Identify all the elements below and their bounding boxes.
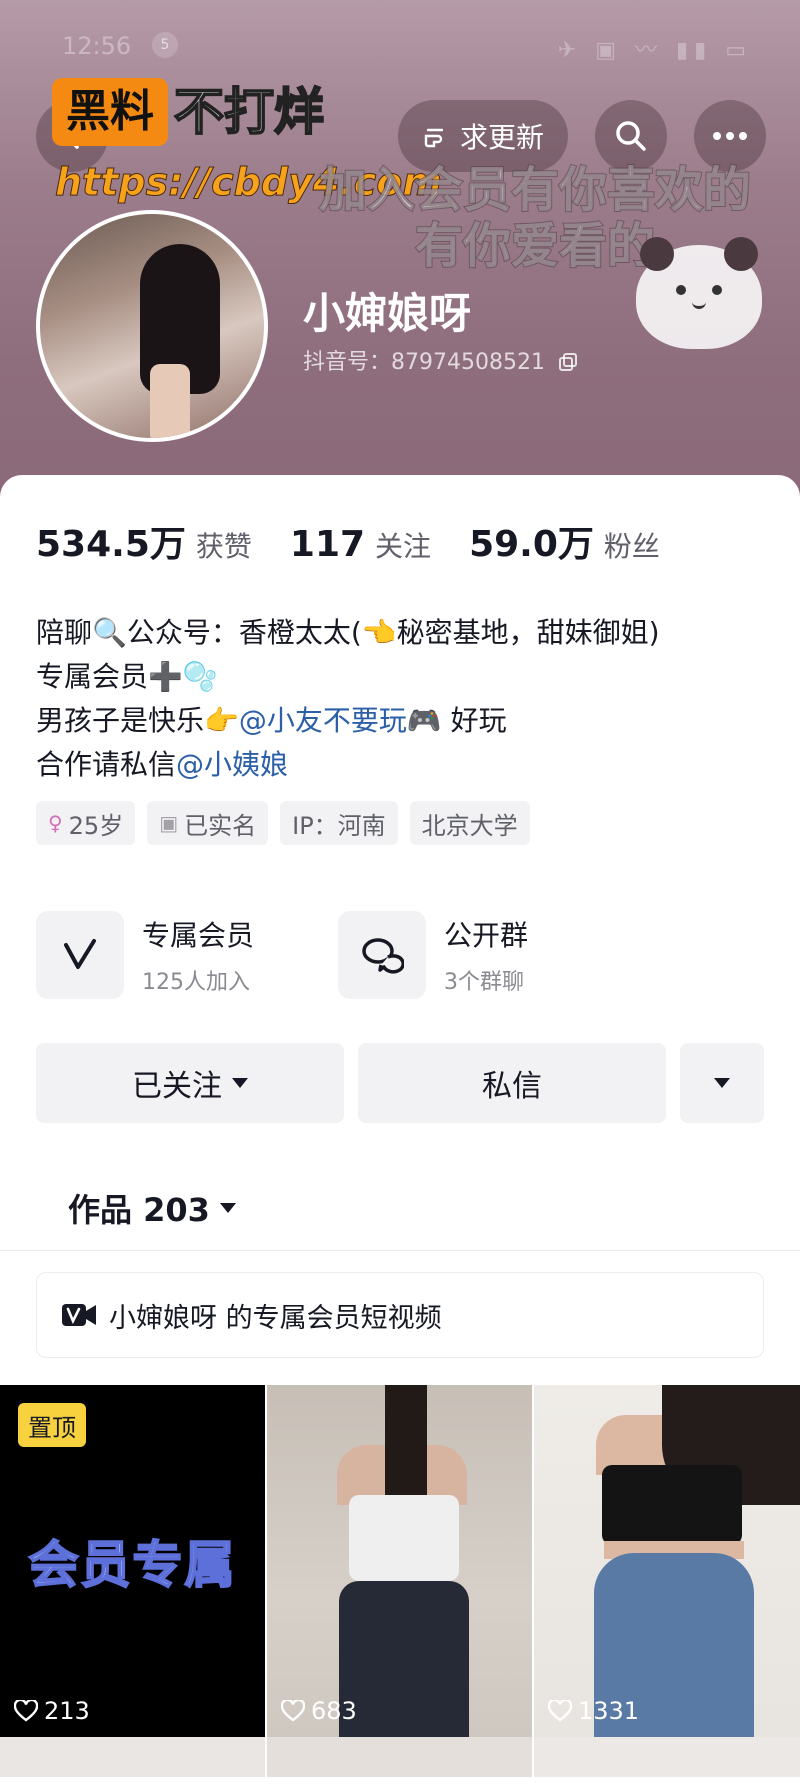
like-count-value: 1331 [578,1697,640,1725]
status-time: 12:56 [62,32,132,60]
bio-line-2: 专属会员➕🫧 [36,660,218,693]
douyin-id[interactable]: 抖音号：87974508521 [303,344,578,376]
notification-badge: 5 [152,32,178,58]
more-actions-button[interactable] [680,1043,764,1123]
status-bar: 12:56 5 ✈ ▣ 〰 ▮▮ ▭ [0,28,800,64]
tab-works[interactable]: 作品 203 [68,1185,236,1231]
request-update-label: 求更新 [459,121,544,154]
search-icon [616,121,646,151]
exclusive-membership-entry[interactable]: 专属会员 125人加入 [36,911,254,999]
bio-line-4: 合作请私信@小姨娘 [36,743,776,787]
stat-number: 59.0万 [469,524,594,565]
bio-text: 男孩子是快乐👉 [36,704,239,737]
like-count: 213 [14,1697,90,1725]
status-icons: ✈ ▣ 〰 ▮▮ ▭ [557,38,752,63]
membership-v-icon [36,911,124,999]
watermark-text: 不打烊 [173,82,325,142]
public-group-entry[interactable]: 公开群 3个群聊 [338,911,528,999]
stat-label: 关注 [375,530,432,563]
heart-icon [14,1700,38,1722]
member-videos-banner[interactable]: 小婶娘呀 的专属会员短视频 [36,1272,764,1358]
profile-card: 534.5万 获赞 117 关注 59.0万 粉丝 陪聊🔍公众号：香橙太太(👈秘… [0,475,800,1787]
profile-page: 12:56 5 ✈ ▣ 〰 ▮▮ ▭ 求更新 黑料 不打烊 https://cb… [0,0,800,1787]
bio-text: 合作请私信 [36,748,177,781]
tag-school[interactable]: 北京大学 [409,801,530,845]
more-dots-icon [713,132,747,140]
video-camera-icon [62,1304,96,1326]
like-count-value: 683 [311,1697,357,1725]
member-videos-label: 小婶娘呀 的专属会员短视频 [109,1302,442,1334]
profile-bio: 陪聊🔍公众号：香橙太太(👈秘密基地，甜妹御姐) 专属会员➕🫧 男孩子是快乐👉@小… [36,611,776,787]
thumbnail-overlay-text: 会员专属 [28,1535,237,1595]
panda-sticker-icon [636,237,762,349]
copy-icon[interactable] [558,352,578,372]
tag-label: 已实名 [184,811,257,840]
banner-caption-line-1: 加入会员有你喜欢的 [318,161,752,219]
like-count: 683 [281,1697,357,1725]
stat-label: 获赞 [195,530,252,563]
heart-icon [548,1700,572,1722]
tab-works-label: 作品 203 [68,1191,210,1229]
tag-age: ♀ 25岁 [36,801,136,845]
tag-ip: IP：河南 [280,801,398,845]
bio-text: 🎮 好玩 [406,704,507,737]
caret-down-icon [714,1078,730,1088]
bio-line-3: 男孩子是快乐👉@小友不要玩🎮 好玩 [36,699,776,743]
tag-label: IP：河南 [292,811,386,840]
profile-actions: 已关注 私信 [36,1043,764,1123]
watermark-logo: 黑料 不打烊 [52,78,325,146]
video-thumbnail[interactable]: 683 [267,1385,532,1737]
caret-down-icon [232,1078,248,1088]
like-count: 1331 [548,1697,639,1725]
profile-tags: ♀ 25岁 ▣ 已实名 IP：河南 北京大学 [36,801,530,845]
feature-subtitle: 3个群聊 [444,970,524,995]
video-thumbnail[interactable] [534,1737,800,1777]
caret-down-icon [219,1203,236,1213]
avatar[interactable] [36,210,268,442]
heart-icon [281,1700,305,1722]
profile-banner: 12:56 5 ✈ ▣ 〰 ▮▮ ▭ 求更新 黑料 不打烊 https://cb… [0,0,800,520]
followed-button[interactable]: 已关注 [36,1043,344,1123]
stat-label: 粉丝 [603,530,660,563]
stat-number: 534.5万 [36,524,186,565]
video-grid: 置顶 会员专属 213 683 1331 [0,1385,800,1777]
tab-divider [0,1250,800,1251]
nickname: 小婶娘呀 [303,289,472,338]
pinned-badge: 置顶 [18,1403,86,1447]
video-thumbnail[interactable]: 置顶 会员专属 213 [0,1385,265,1737]
feature-subtitle: 125人加入 [142,970,250,995]
stat-following[interactable]: 117 关注 [290,524,431,565]
profile-stats: 534.5万 获赞 117 关注 59.0万 粉丝 [36,515,698,567]
group-chat-icon [338,911,426,999]
tag-label: 25岁 [68,811,124,840]
video-thumbnail[interactable]: 1331 [534,1385,800,1737]
message-label: 私信 [482,1069,542,1104]
like-count-value: 213 [44,1697,90,1725]
stat-likes: 534.5万 获赞 [36,515,252,567]
feature-title: 专属会员 [142,919,255,952]
tag-verified: ▣ 已实名 [147,801,269,845]
bio-mention-link[interactable]: @小友不要玩 [239,704,407,737]
watermark-box-label: 黑料 [52,78,168,146]
bio-mention-link[interactable]: @小姨娘 [176,748,288,781]
bio-line-1: 陪聊🔍公众号：香橙太太(👈秘密基地，甜妹御姐) [36,616,660,649]
female-icon: ♀ [48,811,63,835]
stat-number: 117 [289,524,366,565]
feature-title: 公开群 [444,919,529,952]
followed-label: 已关注 [132,1069,222,1104]
douyin-id-text: 抖音号：87974508521 [303,350,545,375]
tag-label: 北京大学 [421,811,518,840]
hand-icon [424,128,444,148]
message-button[interactable]: 私信 [358,1043,666,1123]
video-thumbnail[interactable] [267,1737,532,1777]
id-card-icon: ▣ [159,811,179,835]
stat-followers[interactable]: 59.0万 粉丝 [469,515,660,567]
video-thumbnail[interactable] [0,1737,265,1777]
